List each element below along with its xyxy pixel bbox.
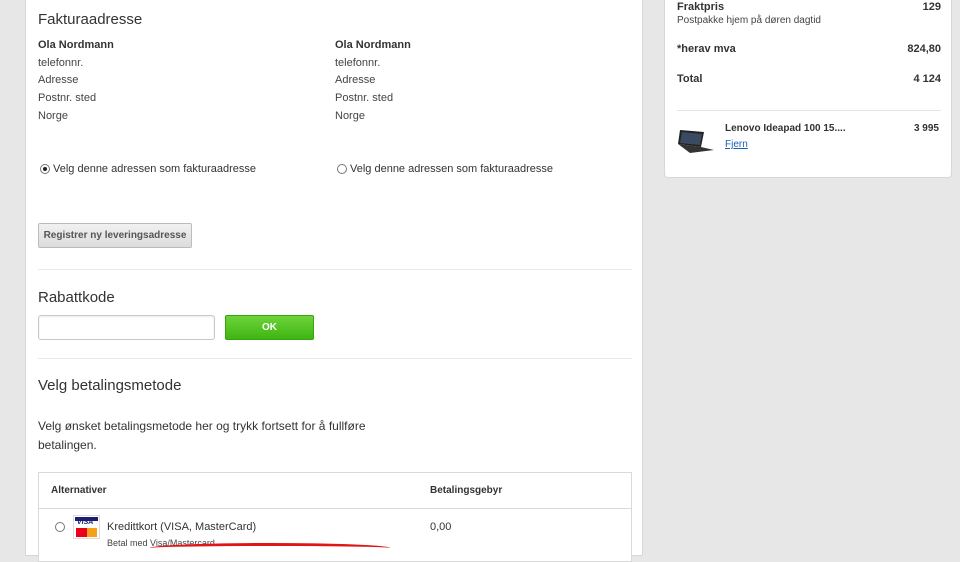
discount-title: Rabattkode bbox=[38, 289, 115, 306]
discount-code-input[interactable] bbox=[38, 315, 215, 340]
remove-product-link[interactable]: Fjern bbox=[725, 139, 748, 150]
register-delivery-address-button[interactable]: Registrer ny leveringsadresse bbox=[38, 223, 192, 248]
address-country: Norge bbox=[38, 109, 68, 122]
order-summary-panel: Fraktpris 129 Postpakke hjem på døren da… bbox=[664, 0, 952, 178]
total-label: Total bbox=[677, 73, 703, 85]
payment-radio[interactable] bbox=[55, 522, 65, 532]
header-fee: Betalingsgebyr bbox=[430, 485, 503, 496]
annotation-red-stroke bbox=[150, 543, 390, 553]
payment-option-fee: 0,00 bbox=[430, 521, 452, 533]
address-country: Norge bbox=[335, 109, 365, 122]
billing-title: Fakturaadresse bbox=[38, 11, 143, 28]
radio-selected[interactable] bbox=[40, 164, 50, 174]
visa-mastercard-icon: VISA bbox=[73, 515, 100, 539]
address-street: Adresse bbox=[335, 74, 376, 87]
divider bbox=[38, 358, 632, 359]
divider bbox=[677, 110, 941, 111]
divider bbox=[38, 269, 632, 270]
shipping-row: Fraktpris 129 bbox=[677, 1, 941, 13]
payment-description: Velg ønsket betalingsmetode her og trykk… bbox=[38, 419, 366, 452]
address-street: Adresse bbox=[38, 74, 79, 87]
payment-option-label: Kredittkort (VISA, MasterCard) bbox=[107, 521, 257, 533]
payment-title: Velg betalingsmetode bbox=[38, 377, 182, 394]
select-billing-address-1[interactable]: Velg denne adressen som fakturaadresse bbox=[40, 163, 256, 175]
address-name: Ola Nordmann bbox=[335, 39, 411, 51]
address-postal: Postnr. sted bbox=[335, 92, 394, 105]
checkout-main-panel: Fakturaadresse Ola Nordmann telefonnr. A… bbox=[25, 0, 643, 562]
billing-address-2: Ola Nordmann telefonnr. Adresse Postnr. … bbox=[335, 37, 411, 126]
shipping-description: Postpakke hjem på døren dagtid bbox=[677, 15, 821, 26]
address-name: Ola Nordmann bbox=[38, 39, 114, 51]
radio-label: Velg denne adressen som fakturaadresse bbox=[53, 163, 257, 175]
table-header: Alternativer Betalingsgebyr bbox=[39, 473, 631, 509]
shipping-label: Fraktpris bbox=[677, 1, 725, 13]
laptop-icon bbox=[678, 130, 714, 153]
vat-row: *herav mva 824,80 bbox=[677, 43, 941, 55]
product-price: 3 995 bbox=[913, 123, 939, 134]
vat-value: 824,80 bbox=[907, 43, 941, 55]
discount-ok-button[interactable]: OK bbox=[225, 315, 314, 340]
billing-address-1: Ola Nordmann telefonnr. Adresse Postnr. … bbox=[38, 37, 114, 126]
radio-label: Velg denne adressen som fakturaadresse bbox=[350, 163, 554, 175]
address-phone: telefonnr. bbox=[335, 56, 381, 69]
shipping-value: 129 bbox=[922, 1, 941, 13]
address-phone: telefonnr. bbox=[38, 56, 84, 69]
total-value: 4 124 bbox=[913, 73, 941, 85]
vat-label: *herav mva bbox=[677, 43, 736, 55]
select-billing-address-2[interactable]: Velg denne adressen som fakturaadresse bbox=[337, 163, 553, 175]
address-postal: Postnr. sted bbox=[38, 92, 97, 105]
product-name: Lenovo Ideapad 100 15.... bbox=[725, 123, 846, 134]
total-row: Total 4 124 bbox=[677, 73, 941, 85]
radio-unselected[interactable] bbox=[337, 164, 347, 174]
header-alternatives: Alternativer bbox=[51, 485, 107, 496]
